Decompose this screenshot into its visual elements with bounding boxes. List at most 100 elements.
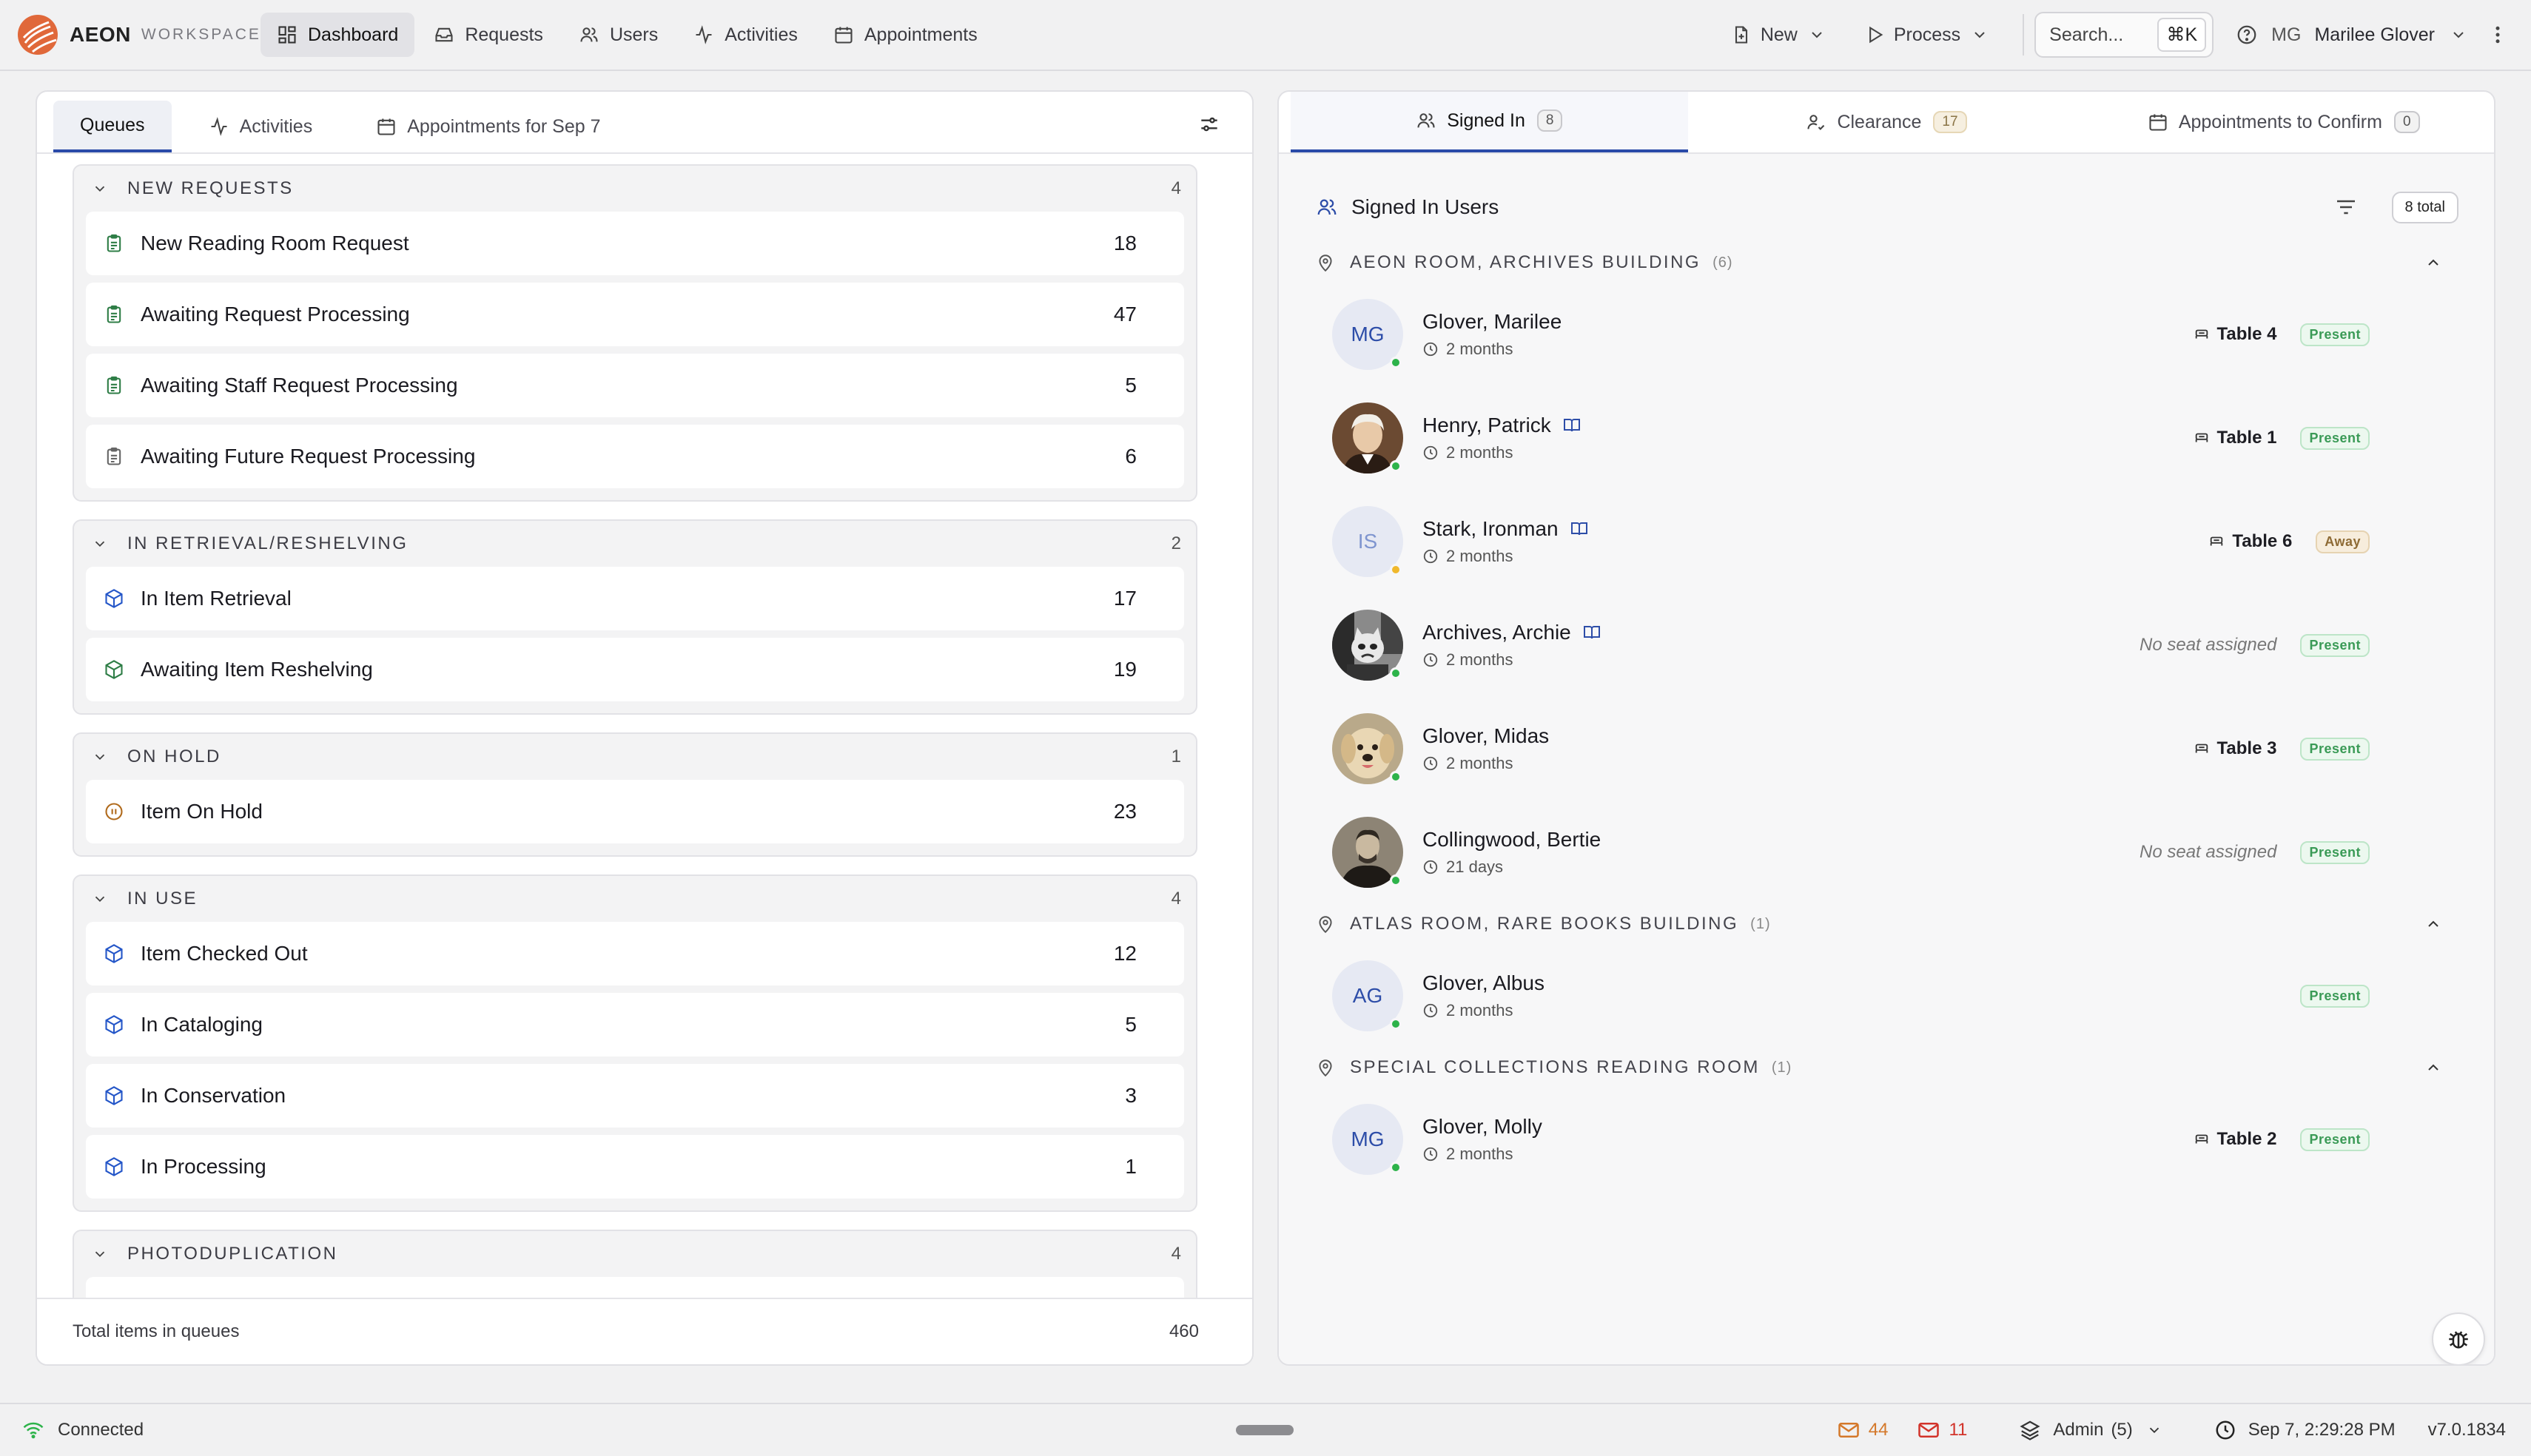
status-badge: Present	[2300, 984, 2370, 1008]
seat-assignment[interactable]: No seat assigned	[2140, 842, 2276, 863]
queue-group: IN USE 4 Item Checked Out 12 In Cataloging 5 I…	[73, 874, 1197, 1212]
user-name[interactable]: Glover, Molly	[1422, 1115, 1542, 1139]
user-name[interactable]: Glover, Midas	[1422, 724, 1549, 748]
chevron-up-icon[interactable]	[2424, 254, 2442, 272]
queue-group-header[interactable]: PHOTODUPLICATION 4	[86, 1231, 1184, 1277]
queue-group-header[interactable]: IN RETRIEVAL/RESHELVING 2	[86, 521, 1184, 567]
nav-dashboard[interactable]: Dashboard	[261, 13, 415, 57]
tab-appointments-to-confirm[interactable]: Appointments to Confirm 0	[2085, 92, 2482, 152]
help-icon[interactable]	[2236, 24, 2258, 46]
debug-button[interactable]	[2432, 1312, 2485, 1364]
queue-group-header[interactable]: ON HOLD 1	[86, 734, 1184, 780]
queue-item-count: 5	[1125, 1013, 1137, 1036]
seat-assignment[interactable]: Table 1	[2194, 428, 2277, 448]
queues-panel: Queues Activities Appointments for Sep 7 N…	[36, 90, 1254, 1366]
nav-users[interactable]: Users	[562, 13, 674, 57]
queue-item[interactable]: Awaiting Request Processing 47	[86, 283, 1184, 346]
seat-assignment[interactable]: No seat assigned	[2140, 635, 2276, 655]
user-name: Marilee Glover	[2314, 24, 2435, 45]
resize-handle[interactable]	[1236, 1425, 1294, 1435]
user-menu[interactable]: MG Marilee Glover	[2271, 24, 2467, 46]
role-selector[interactable]: Admin (5)	[2019, 1419, 2162, 1441]
new-button[interactable]: New	[1716, 13, 1849, 57]
tab-activities[interactable]: Activities	[182, 101, 340, 152]
avatar[interactable]	[1332, 402, 1403, 473]
signed-in-user-row[interactable]: Glover, Midas 2 months Table 3 Present	[1316, 697, 2458, 801]
location-header[interactable]: ATLAS ROOM, RARE BOOKS BUILDING (1)	[1316, 904, 2458, 944]
search-input[interactable]: Search... ⌘K	[2034, 12, 2214, 58]
signed-in-body: Signed In Users 8 total AEON ROOM, ARCHI…	[1279, 154, 2494, 1364]
user-name[interactable]: Glover, Albus	[1422, 971, 1545, 995]
queue-item[interactable]: In Item Retrieval 17	[86, 567, 1184, 630]
location-header[interactable]: SPECIAL COLLECTIONS READING ROOM (1)	[1316, 1048, 2458, 1088]
queue-item[interactable]: In Cataloging 5	[86, 993, 1184, 1056]
tab-queues[interactable]: Queues	[53, 101, 172, 152]
queue-item[interactable]: Item On Hold 23	[86, 780, 1184, 843]
more-vertical-icon[interactable]	[2494, 24, 2501, 46]
avatar[interactable]: IS	[1332, 506, 1403, 577]
sliders-icon[interactable]	[1197, 112, 1221, 136]
connection-label: Connected	[58, 1420, 144, 1440]
avatar[interactable]: AG	[1332, 960, 1403, 1031]
signed-in-user-row[interactable]: Henry, Patrick 2 months Table 1 Present	[1316, 386, 2458, 490]
signed-in-user-row[interactable]: AG Glover, Albus 2 months Present	[1316, 944, 2458, 1048]
process-button[interactable]: Process	[1849, 13, 2012, 57]
queue-item-count: 17	[1113, 587, 1137, 610]
filter-icon[interactable]	[2334, 195, 2358, 219]
nav-requests[interactable]: Requests	[417, 13, 559, 57]
user-name[interactable]: Stark, Ironman	[1422, 517, 1559, 541]
queue-item[interactable]: In Processing 1	[86, 1135, 1184, 1199]
location-header[interactable]: AEON ROOM, ARCHIVES BUILDING (6)	[1316, 243, 2458, 283]
user-name[interactable]: Glover, Marilee	[1422, 310, 1562, 334]
main-nav: Dashboard Requests Users Activities Appointm…	[261, 0, 997, 70]
mail-notifications-1[interactable]: 44	[1838, 1420, 1888, 1440]
queue-item-count: 1	[1125, 1155, 1137, 1178]
connection-status: Connected	[22, 1420, 144, 1440]
signed-in-user-row[interactable]: Collingwood, Bertie 21 days No seat assign…	[1316, 801, 2458, 904]
seat-assignment[interactable]: Table 6	[2208, 531, 2292, 552]
nav-activities[interactable]: Activities	[677, 13, 814, 57]
signed-in-user-row[interactable]: IS Stark, Ironman 2 months Table 6 Away	[1316, 490, 2458, 593]
chevron-up-icon[interactable]	[2424, 1059, 2442, 1076]
tab-appointments[interactable]: Appointments for Sep 7	[349, 101, 627, 152]
seat-assignment[interactable]: Table 2	[2194, 1129, 2276, 1150]
queue-group-header[interactable]: IN USE 4	[86, 876, 1184, 922]
seat-icon	[2194, 1131, 2210, 1147]
queue-item[interactable]: Awaiting Staff Request Processing 5	[86, 354, 1184, 417]
tab-count-badge: 0	[2393, 111, 2420, 133]
avatar[interactable]: MG	[1332, 1104, 1403, 1175]
avatar[interactable]: MG	[1332, 299, 1403, 370]
queue-group-header[interactable]: NEW REQUESTS 4	[86, 166, 1184, 212]
app-logo[interactable]: AEON WORKSPACE	[16, 13, 261, 56]
tab-clearance[interactable]: Clearance 17	[1688, 92, 2085, 152]
avatar[interactable]	[1332, 713, 1403, 784]
queue-item[interactable]: Awaiting Future Request Processing 6	[86, 425, 1184, 488]
mail-notifications-2[interactable]: 11	[1917, 1420, 1967, 1440]
nav-label: Requests	[465, 24, 543, 45]
avatar-initials: MG	[1351, 323, 1385, 346]
tab-signed-in[interactable]: Signed In 8	[1291, 92, 1688, 152]
clipboard-icon	[104, 304, 124, 325]
chevron-up-icon[interactable]	[2424, 915, 2442, 933]
queue-item[interactable]: Awaiting Item Reshelving 19	[86, 638, 1184, 701]
nav-appointments[interactable]: Appointments	[817, 13, 994, 57]
avatar[interactable]	[1332, 817, 1403, 888]
avatar[interactable]	[1332, 610, 1403, 681]
queue-item[interactable]: Item Checked Out 12	[86, 922, 1184, 985]
signed-in-user-row[interactable]: MG Glover, Marilee 2 months Table 4 Present	[1316, 283, 2458, 386]
seat-assignment[interactable]: Table 4	[2194, 324, 2276, 345]
queue-item[interactable]: New Reading Room Request 18	[86, 212, 1184, 275]
play-icon	[1864, 24, 1885, 45]
chevron-down-icon	[92, 891, 108, 907]
user-name[interactable]: Henry, Patrick	[1422, 414, 1551, 437]
user-name[interactable]: Archives, Archie	[1422, 621, 1571, 644]
queue-item[interactable]: In Conservation 3	[86, 1064, 1184, 1128]
inbox-icon	[434, 24, 454, 45]
user-name[interactable]: Collingwood, Bertie	[1422, 828, 1601, 852]
signed-in-user-row[interactable]: Archives, Archie 2 months No seat assigned…	[1316, 593, 2458, 697]
seat-assignment[interactable]: Table 3	[2194, 738, 2276, 759]
seat-label: Table 1	[2216, 428, 2277, 448]
seat-icon	[2194, 430, 2210, 446]
signed-in-user-row[interactable]: MG Glover, Molly 2 months Table 2 Present	[1316, 1088, 2458, 1191]
queue-group-title: NEW REQUESTS	[127, 178, 294, 198]
